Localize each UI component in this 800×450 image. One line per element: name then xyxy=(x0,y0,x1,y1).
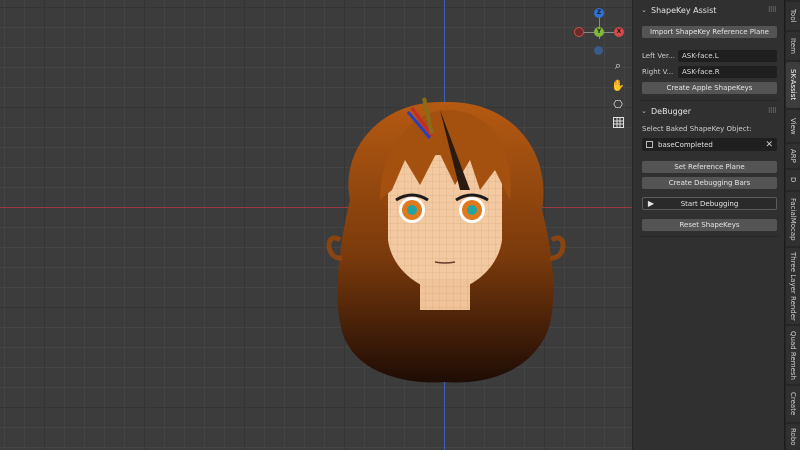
create-debugging-bars-button[interactable]: Create Debugging Bars xyxy=(642,177,777,189)
shapekey-assist-title: ShapeKey Assist xyxy=(651,5,717,15)
chevron-down-icon: ⌄ xyxy=(641,6,647,14)
drag-grip-icon[interactable]: ⠿⠿ xyxy=(768,6,777,14)
left-vertex-label: Left Ver... xyxy=(642,52,675,60)
start-debugging-button[interactable]: ▶ Start Debugging xyxy=(642,197,777,210)
right-vertex-label: Right V... xyxy=(642,68,674,76)
object-cube-icon xyxy=(646,141,653,148)
tab-tool[interactable]: Tool xyxy=(786,2,800,30)
right-vertex-group-row: Right V... ASK-face.R xyxy=(642,66,777,78)
tab-item-label: Item xyxy=(789,38,797,54)
hand-pan-icon[interactable]: ✋ xyxy=(609,77,627,93)
character-head-model xyxy=(326,97,566,383)
gizmo-z-ball[interactable]: Z xyxy=(594,8,604,18)
tab-arp[interactable]: ARP xyxy=(786,144,800,168)
tab-item[interactable]: Item xyxy=(786,32,800,60)
camera-icon[interactable]: ⎔ xyxy=(609,96,627,112)
tab-create[interactable]: Create xyxy=(786,386,800,422)
grid-icon[interactable] xyxy=(609,114,627,130)
zoom-icon[interactable]: ⌕ xyxy=(609,58,627,74)
debugger-header[interactable]: ⌄ DeBugger ⠿⠿ xyxy=(633,101,784,121)
play-icon: ▶ xyxy=(647,199,655,208)
tab-quad-remesh-label: Quad Remesh xyxy=(789,330,797,380)
sidebar-tabs: Tool Item SK-Assist View ARP D FacialMoc… xyxy=(784,0,800,450)
tab-d-label: D xyxy=(789,177,797,183)
reset-shapekeys-button[interactable]: Reset ShapeKeys xyxy=(642,219,777,231)
start-debugging-label: Start Debugging xyxy=(680,199,739,208)
gizmo-neg-z-ball[interactable] xyxy=(594,46,603,55)
chevron-down-icon: ⌄ xyxy=(641,107,647,115)
tab-robo-label: Robo xyxy=(789,428,797,446)
tab-three-layer-render[interactable]: Three Layer Render xyxy=(786,248,800,324)
tab-three-layer-render-label: Three Layer Render xyxy=(789,251,797,321)
tab-tool-label: Tool xyxy=(789,9,797,23)
3d-viewport[interactable]: Z Y X ⌕ ✋ ⎔ xyxy=(0,0,632,450)
set-reference-plane-button[interactable]: Set Reference Plane xyxy=(642,161,777,173)
baked-object-field[interactable]: baseCompleted ✕ xyxy=(642,138,777,151)
tab-d[interactable]: D xyxy=(786,170,800,190)
right-vertex-field[interactable]: ASK-face.R xyxy=(678,66,777,78)
left-vertex-field[interactable]: ASK-face.L xyxy=(678,50,777,62)
tab-create-label: Create xyxy=(789,392,797,416)
drag-grip-icon[interactable]: ⠿⠿ xyxy=(768,107,777,115)
tab-facialmocap[interactable]: FacialMocap xyxy=(786,192,800,246)
tab-sk-assist[interactable]: SK-Assist xyxy=(786,62,800,108)
tab-view[interactable]: View xyxy=(786,110,800,142)
gizmo-y-ball[interactable]: Y xyxy=(594,27,604,37)
select-object-label: Select Baked ShapeKey Object: xyxy=(642,125,752,133)
tab-quad-remesh[interactable]: Quad Remesh xyxy=(786,326,800,384)
tab-view-label: View xyxy=(789,117,797,135)
create-apple-shapekeys-button[interactable]: Create Apple ShapeKeys xyxy=(642,82,777,94)
navigation-gizmo[interactable]: Z Y X xyxy=(572,8,628,56)
sidebar-panel: ⌄ ShapeKey Assist ⠿⠿ Import ShapeKey Ref… xyxy=(632,0,784,450)
tab-arp-label: ARP xyxy=(789,149,797,163)
tab-facialmocap-label: FacialMocap xyxy=(789,197,797,241)
baked-object-value: baseCompleted xyxy=(658,140,713,149)
import-reference-plane-button[interactable]: Import ShapeKey Reference Plane xyxy=(642,26,777,38)
gizmo-neg-x-ball[interactable] xyxy=(574,27,584,37)
left-vertex-group-row: Left Ver... ASK-face.L xyxy=(642,50,777,62)
shapekey-assist-header[interactable]: ⌄ ShapeKey Assist ⠿⠿ xyxy=(633,0,784,20)
debugger-title: DeBugger xyxy=(651,106,692,116)
gizmo-x-ball[interactable]: X xyxy=(614,27,624,37)
tab-sk-assist-label: SK-Assist xyxy=(789,69,797,101)
tab-robo[interactable]: Robo xyxy=(786,424,800,450)
clear-icon[interactable]: ✕ xyxy=(765,140,773,150)
section-divider xyxy=(641,236,778,237)
